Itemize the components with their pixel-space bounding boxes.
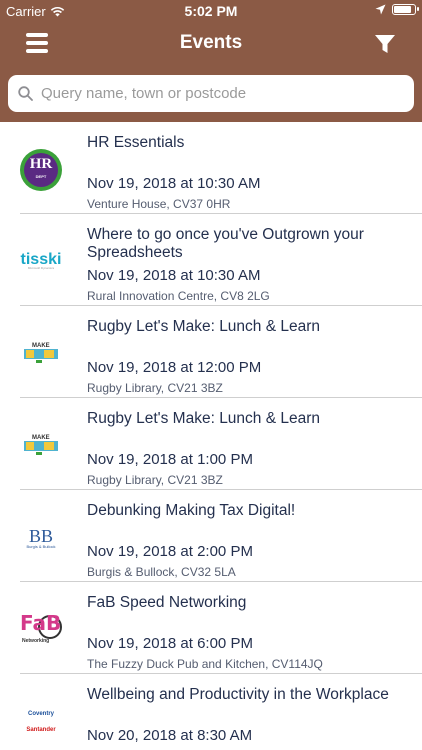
event-date: Nov 19, 2018 at 2:00 PM — [87, 543, 253, 560]
event-location: Rugby Library, CV21 3BZ — [87, 473, 223, 487]
lets-make-logo: MAKE — [18, 423, 64, 469]
event-title: HR Essentials — [87, 134, 185, 151]
event-row[interactable]: BB Burgis & Bullock Debunking Making Tax … — [0, 490, 422, 582]
location-arrow-icon — [375, 4, 386, 15]
nav-bar: Events — [0, 22, 422, 66]
coventry-santander-logo: Coventry Santander — [26, 711, 56, 733]
event-date: Nov 19, 2018 at 10:30 AM — [87, 267, 261, 284]
event-date: Nov 19, 2018 at 12:00 PM — [87, 359, 262, 376]
event-date: Nov 19, 2018 at 10:30 AM — [87, 175, 261, 192]
event-date: Nov 19, 2018 at 1:00 PM — [87, 451, 253, 468]
page-title: Events — [179, 32, 243, 53]
event-date: Nov 19, 2018 at 6:00 PM — [87, 635, 253, 652]
search-icon — [18, 86, 33, 101]
search-box[interactable] — [8, 75, 414, 112]
filter-funnel-icon[interactable] — [374, 33, 396, 55]
event-title: FaB Speed Networking — [87, 594, 247, 611]
event-location: Rugby Library, CV21 3BZ — [87, 381, 223, 395]
search-input[interactable] — [41, 85, 401, 102]
event-title: Where to go once you've Outgrown your Sp… — [87, 226, 364, 261]
status-bar: Carrier 5:02 PM — [0, 0, 422, 22]
event-title: Rugby Let's Make: Lunch & Learn — [87, 410, 321, 427]
lets-make-logo: MAKE — [18, 331, 64, 377]
battery-icon — [392, 4, 419, 15]
fab-networking-logo: FaB Networking — [20, 611, 62, 644]
status-right — [375, 4, 419, 15]
tisski-logo: tisski Microsoft Dynamics — [20, 250, 62, 270]
event-location: Burgis & Bullock, CV32 5LA — [87, 565, 236, 579]
event-row[interactable]: tisski Microsoft Dynamics Where to go onc… — [0, 214, 422, 306]
event-title: Rugby Let's Make: Lunch & Learn — [87, 318, 321, 335]
event-row[interactable]: FaB Networking FaB Speed Networking Nov 1… — [0, 582, 422, 674]
event-row[interactable]: MAKE Rugby Let's Make: Lunch & Learn Nov… — [0, 398, 422, 490]
event-row[interactable]: HR DEPT HR Essentials Nov 19, 2018 at 10:… — [0, 122, 422, 214]
event-title: Wellbeing and Productivity in the Workpl… — [87, 686, 389, 703]
event-title: Debunking Making Tax Digital! — [87, 502, 296, 519]
event-location: Rural Innovation Centre, CV8 2LG — [87, 289, 270, 303]
search-bar-area — [0, 66, 422, 122]
event-date: Nov 20, 2018 at 8:30 AM — [87, 727, 253, 744]
event-row[interactable]: Coventry Santander Wellbeing and Producti… — [0, 674, 422, 750]
status-time: 5:02 PM — [184, 3, 238, 19]
event-location: Venture House, CV37 0HR — [87, 197, 231, 211]
burgis-bullock-logo: BB Burgis & Bullock — [26, 525, 56, 549]
events-list: HR DEPT HR Essentials Nov 19, 2018 at 10:… — [0, 122, 422, 750]
hr-dept-logo: HR DEPT — [18, 147, 64, 193]
battery-fill — [394, 6, 412, 13]
event-row[interactable]: MAKE Rugby Let's Make: Lunch & Learn Nov… — [0, 306, 422, 398]
event-location: The Fuzzy Duck Pub and Kitchen, CV114JQ — [87, 657, 323, 671]
